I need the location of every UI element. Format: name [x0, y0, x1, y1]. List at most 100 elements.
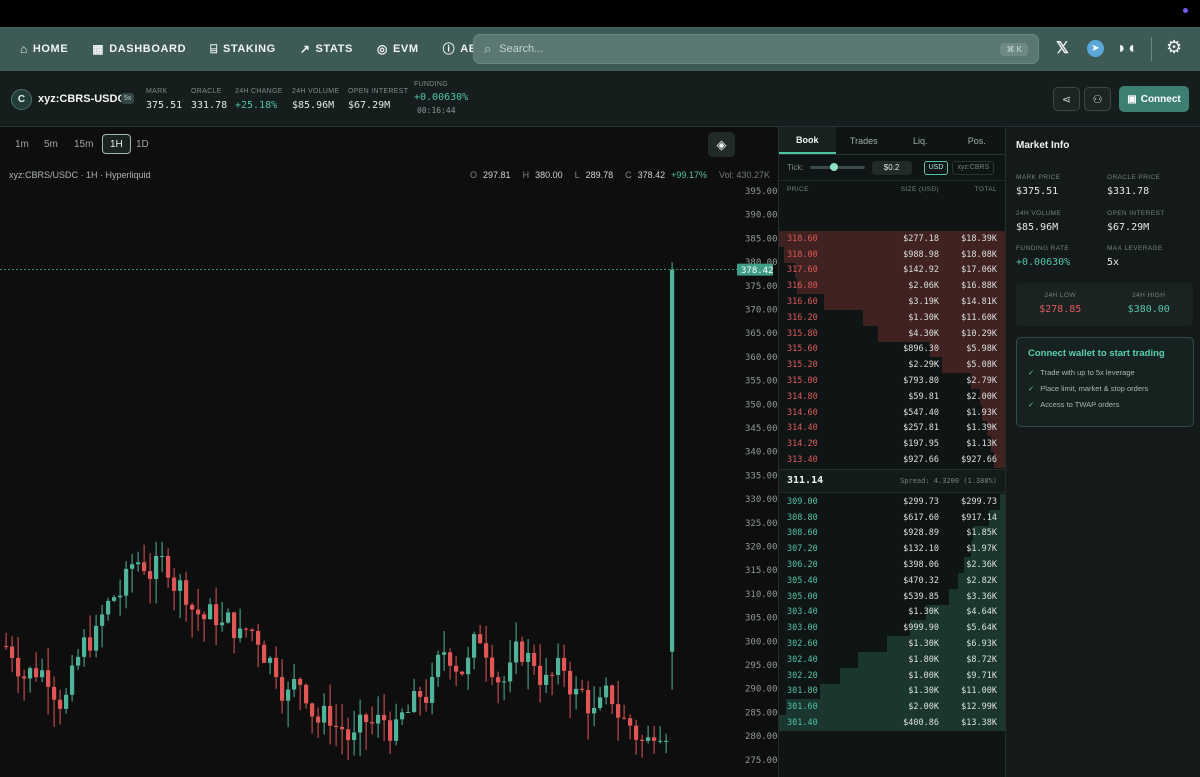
pair-selector[interactable]: xyz:CBRS-USDC	[38, 93, 125, 105]
size-cell: $2.00K	[908, 702, 939, 713]
tab-positions[interactable]: Pos.	[949, 127, 1006, 154]
candle-body	[112, 597, 117, 601]
bid-row[interactable]: 303.00 $999.90 $5.64K	[779, 620, 1005, 637]
connect-wallet-card: Connect wallet to start trading ✓ Trade w…	[1016, 337, 1194, 427]
market-info-title: Market Info	[1016, 140, 1070, 151]
ask-row[interactable]: 316.80 $2.06K $16.88K	[779, 278, 1005, 295]
candle-body	[52, 686, 57, 700]
y-tick-label: 310.00	[745, 590, 778, 600]
bid-row[interactable]: 301.60 $2.00K $12.99K	[779, 699, 1005, 716]
candle-body	[22, 676, 27, 679]
tick-slider[interactable]	[809, 163, 865, 171]
timeframe-1h[interactable]: 1H	[102, 134, 131, 154]
ask-row[interactable]: 314.40 $257.81 $1.39K	[779, 420, 1005, 437]
bid-row[interactable]: 302.20 $1.00K $9.71K	[779, 667, 1005, 684]
candle-body	[220, 622, 225, 626]
info-24h-high: 24H HIGH $380.00	[1127, 292, 1170, 315]
share-button[interactable]: ⋖	[1053, 87, 1080, 111]
bid-row[interactable]: 306.20 $398.06 $2.36K	[779, 557, 1005, 573]
nav-stats[interactable]: ↗ STATS	[300, 43, 353, 55]
unit-coin-toggle[interactable]: xyz:CBRS	[952, 160, 995, 175]
spread-row: 311.14 Spread: 4.3200 (1.388%)	[779, 468, 1005, 493]
bid-row[interactable]: 305.40 $470.32 $2.82K	[779, 572, 1005, 589]
price-cell: 314.40	[787, 423, 818, 434]
ask-row[interactable]: 314.80 $59.81 $2.00K	[779, 388, 1005, 405]
bid-row[interactable]: 301.80 $1.30K $11.00K	[779, 683, 1005, 700]
gear-icon[interactable]: ⚙	[1166, 37, 1182, 57]
candle-body	[436, 654, 441, 677]
layers-button[interactable]: ◈	[708, 132, 735, 157]
bid-row[interactable]: 301.40 $400.86 $13.38K	[779, 715, 1005, 731]
candle-body	[250, 629, 255, 631]
size-cell: $2.29K	[908, 360, 939, 371]
ask-row[interactable]: 318.60 $277.18 $18.39K	[779, 231, 1005, 247]
ask-row[interactable]: 315.00 $793.80 $2.79K	[779, 373, 1005, 389]
candle-body	[46, 670, 51, 687]
timeframe-1m[interactable]: 1m	[8, 134, 36, 154]
cta-item: ✓ Trade with up to 5x leverage	[1028, 368, 1135, 377]
unit-usd-toggle[interactable]: USD	[923, 160, 949, 175]
total-cell: $12.99K	[961, 702, 997, 713]
search-bar[interactable]: ⌕ ⌘ K	[473, 34, 1039, 64]
nav-evm[interactable]: ◎ EVM	[377, 43, 419, 55]
bid-row[interactable]: 308.60 $928.89 $1.85K	[779, 525, 1005, 542]
bid-row[interactable]: 302.40 $1.80K $8.72K	[779, 651, 1005, 668]
nav-staking[interactable]: ⌸ STAKING	[210, 43, 276, 55]
x-icon[interactable]: 𝕏	[1056, 39, 1069, 59]
ask-row[interactable]: 315.60 $896.30 $5.98K	[779, 341, 1005, 358]
bid-row[interactable]: 307.20 $132.10 $1.97K	[779, 541, 1005, 558]
bid-row[interactable]: 302.60 $1.30K $6.93K	[779, 636, 1005, 652]
candle-body	[616, 704, 621, 718]
ask-row[interactable]: 317.60 $142.92 $17.06K	[779, 262, 1005, 279]
telegram-icon[interactable]: ➤	[1087, 40, 1104, 57]
timeframe-1d[interactable]: 1D	[129, 134, 156, 154]
bid-row[interactable]: 308.80 $617.60 $917.14	[779, 509, 1005, 526]
ask-row[interactable]: 314.20 $197.95 $1.13K	[779, 436, 1005, 453]
total-cell: $3.36K	[966, 591, 997, 602]
binoculars-button[interactable]: ⚇	[1084, 87, 1111, 111]
price-cell: 315.80	[787, 328, 818, 339]
y-tick-label: 290.00	[745, 685, 778, 695]
size-cell: $1.30K	[908, 686, 939, 697]
tick-value[interactable]: $0.2	[871, 160, 912, 175]
bid-row[interactable]: 303.40 $1.30K $4.64K	[779, 604, 1005, 621]
ask-row[interactable]: 316.20 $1.30K $11.60K	[779, 309, 1005, 326]
candlestick-chart[interactable]: 395.00390.00385.00380.00375.00370.00365.…	[0, 184, 778, 777]
connect-button[interactable]: ▣ Connect	[1119, 86, 1189, 112]
candle-body	[208, 604, 213, 620]
search-input[interactable]	[499, 43, 1001, 55]
total-cell: $2.36K	[966, 560, 997, 571]
ask-row[interactable]: 315.20 $2.29K $5.08K	[779, 357, 1005, 374]
size-cell: $1.30K	[908, 607, 939, 618]
hyperliquid-icon[interactable]: ◗◖	[1117, 39, 1136, 59]
candle-body	[364, 714, 369, 723]
bid-row[interactable]: 309.00 $299.73 $299.73	[779, 493, 1005, 510]
ask-row[interactable]: 318.00 $988.98 $18.08K	[779, 246, 1005, 263]
nav-home[interactable]: ⌂ HOME	[20, 43, 68, 55]
mid-price: 311.14	[787, 475, 824, 487]
price-cell: 318.00	[787, 249, 818, 260]
size-cell: $927.66	[903, 455, 939, 466]
book-header: PRICE SIZE (USD) TOTAL	[787, 185, 997, 193]
tab-liquidations[interactable]: Liq.	[892, 127, 949, 154]
size-cell: $400.86	[903, 718, 939, 728]
ask-row[interactable]: 315.80 $4.30K $10.29K	[779, 325, 1005, 342]
ask-row[interactable]: 316.60 $3.19K $14.81K	[779, 294, 1005, 310]
candle-body	[298, 678, 303, 685]
candle-body	[388, 720, 393, 741]
price-cell: 307.20	[787, 544, 818, 555]
size-cell: $59.81	[908, 391, 939, 402]
candle-body	[124, 568, 129, 596]
price-cell: 316.20	[787, 312, 818, 323]
tick-slider-handle[interactable]	[829, 163, 838, 171]
tab-trades[interactable]: Trades	[836, 127, 893, 154]
candle-body	[412, 691, 417, 713]
ask-row[interactable]: 314.60 $547.40 $1.93K	[779, 404, 1005, 421]
total-cell: $1.13K	[966, 439, 997, 450]
timeframe-15m[interactable]: 15m	[67, 134, 100, 154]
timeframe-5m[interactable]: 5m	[37, 134, 65, 154]
ask-row[interactable]: 313.40 $927.66 $927.66	[779, 452, 1005, 468]
bid-row[interactable]: 305.00 $539.85 $3.36K	[779, 588, 1005, 605]
nav-dashboard[interactable]: ▦ DASHBOARD	[92, 43, 186, 55]
tab-book[interactable]: Book	[779, 127, 836, 154]
